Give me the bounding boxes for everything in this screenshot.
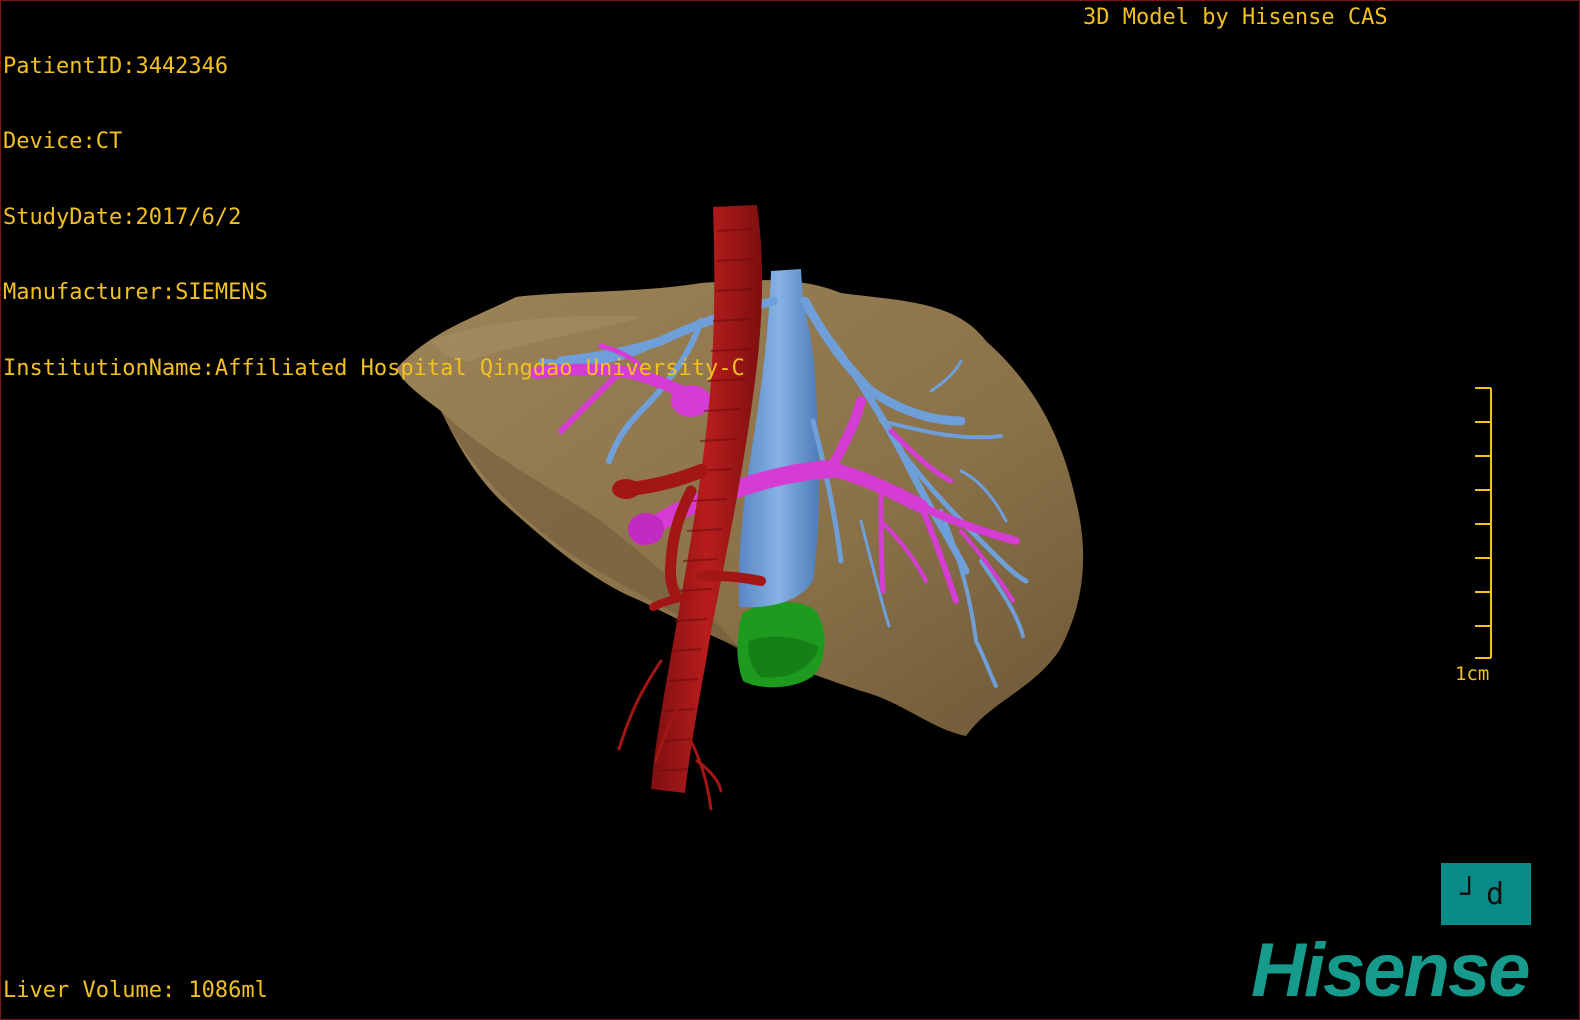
liver-volume-readout: Liver Volume: 1086ml	[3, 978, 268, 1003]
model-credit: 3D Model by Hisense CAS	[1083, 5, 1388, 30]
scale-bar	[1475, 387, 1492, 659]
scale-label: 1cm	[1455, 663, 1490, 685]
orientation-cube-button[interactable]: ┘d	[1441, 863, 1531, 925]
orientation-label: ┘d	[1459, 876, 1513, 912]
portal-vein-root	[628, 513, 664, 545]
hisense-logo: Hisense	[1251, 928, 1530, 1013]
manufacturer: Manufacturer:SIEMENS	[3, 280, 268, 306]
study-date: StudyDate:2017/6/2	[3, 204, 242, 230]
device: Device:CT	[3, 129, 123, 155]
artery-branch-stub	[612, 479, 640, 499]
patient-id: PatientID:3442346	[3, 54, 229, 79]
dicom-info-panel: PatientID:3442346 Device:CT StudyDate:20…	[3, 4, 745, 431]
3d-viewport[interactable]: PatientID:3442346 Device:CT StudyDate:20…	[0, 0, 1580, 1020]
institution-name: InstitutionName:Affiliated Hospital Qing…	[3, 355, 745, 381]
